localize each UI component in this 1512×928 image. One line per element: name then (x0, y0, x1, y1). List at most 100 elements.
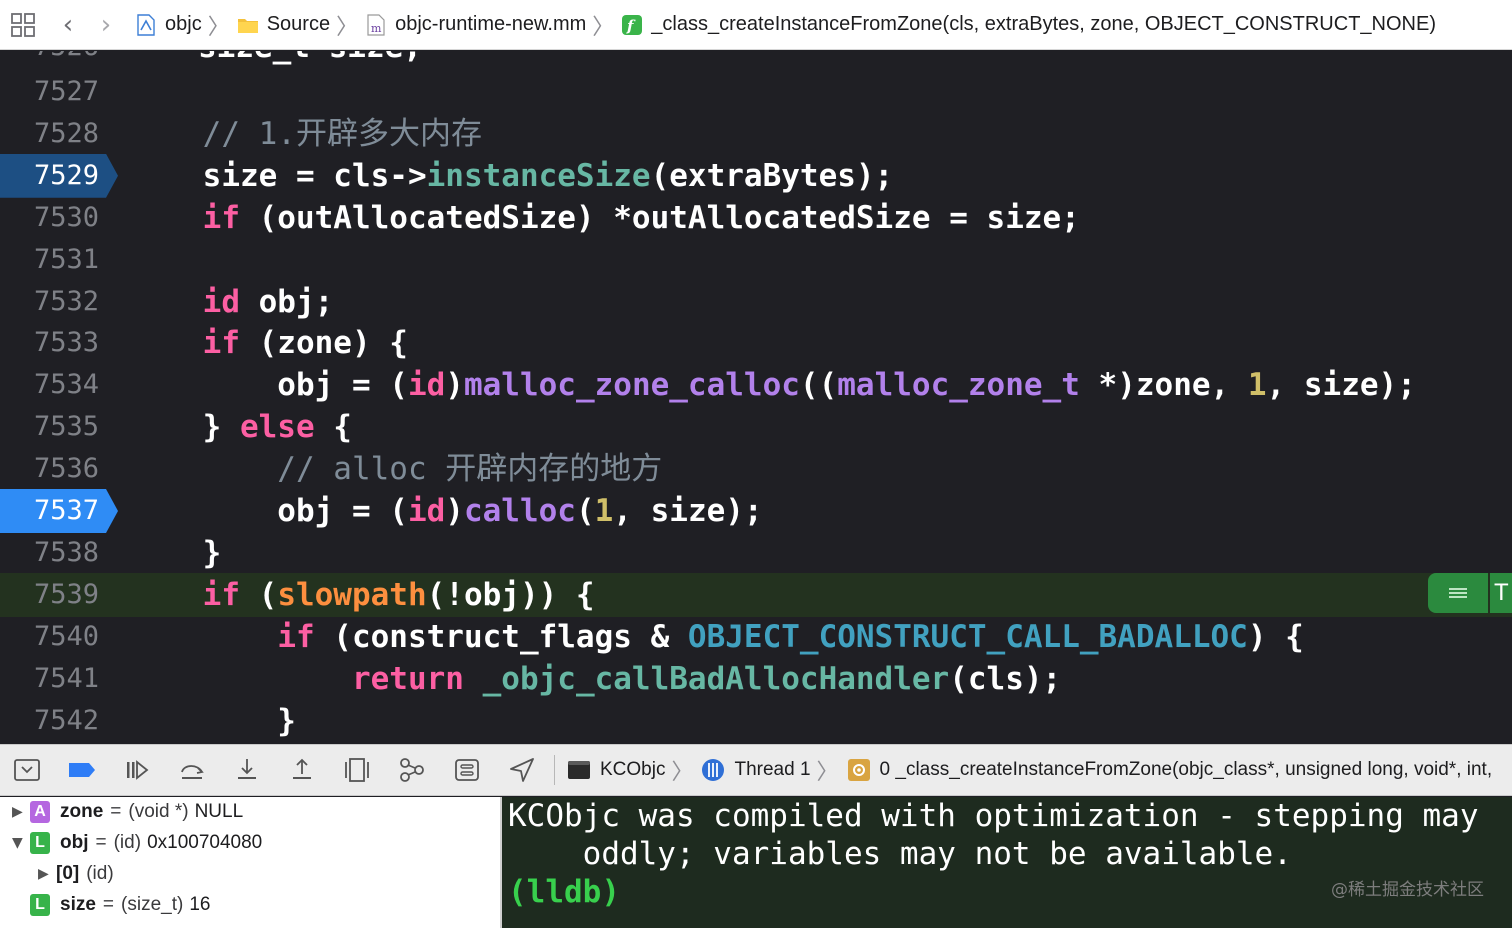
line-number[interactable]: 7531 (0, 238, 118, 282)
breadcrumb-function-label: _class_createInstanceFromZone(cls, extra… (651, 13, 1436, 35)
back-arrow-icon[interactable]: ‹ (57, 12, 79, 38)
forward-arrow-icon[interactable]: › (95, 12, 117, 38)
breadcrumb-separator: 〉 (816, 760, 839, 785)
continue-icon (127, 760, 149, 780)
breakpoint-marker[interactable]: 7529 (0, 153, 118, 198)
code-token: if (202, 325, 240, 362)
code-line: 7530 if (outAllocatedSize) *outAllocated… (0, 196, 1512, 240)
code-token: (extraBytes); (650, 157, 894, 194)
debug-crumb-process-label: KCObjc (600, 759, 666, 780)
line-number[interactable]: 7541 (0, 657, 118, 701)
variable-type: (id) (86, 863, 114, 884)
line-number[interactable]: 7533 (0, 321, 118, 365)
argument-badge: A (30, 801, 50, 823)
code-token: ) { (1247, 618, 1304, 655)
menu-lines-icon (1449, 587, 1467, 598)
code-line: 7533 if (zone) { (0, 321, 1512, 365)
disclosure-triangle-icon[interactable]: ▶ (38, 866, 56, 882)
related-items-grid-icon[interactable] (11, 12, 35, 37)
debug-bar: KCObjc 〉 Thread 1 〉 0 _class_createInsta… (0, 744, 1512, 796)
code-token: else (239, 409, 315, 446)
source-editor[interactable]: 7526 size_t size; 75277528 // 1.开辟多大内存75… (0, 51, 1512, 744)
thread-ribbon-label[interactable]: T (1490, 572, 1512, 613)
continue-button[interactable] (122, 755, 152, 785)
line-number[interactable]: 7534 (0, 363, 118, 407)
line-number[interactable]: 7527 (0, 70, 118, 114)
variable-row[interactable]: ▼ L obj = (id) 0x100704080 (12, 828, 262, 858)
debug-memory-graph-button[interactable] (397, 755, 427, 785)
line-number[interactable]: 7538 (0, 531, 118, 575)
toolbar-divider (554, 755, 555, 785)
variable-value: 16 (189, 894, 211, 915)
simulate-location-button[interactable] (507, 755, 537, 785)
code-line: 7541 return _objc_callBadAllocHandler(cl… (0, 657, 1512, 701)
disclosure-triangle-icon[interactable]: ▶ (12, 804, 30, 820)
disclosure-triangle-icon[interactable]: ▼ (12, 835, 30, 851)
stack-frame-icon (847, 759, 870, 781)
code-token: } (128, 409, 240, 446)
code-line: 7529 size = cls->instanceSize(extraBytes… (0, 153, 1512, 198)
code-text: obj = (id)calloc(1, size); (128, 489, 763, 533)
code-text: } else { (128, 405, 352, 449)
code-text: if (outAllocatedSize) *outAllocatedSize … (128, 196, 1080, 240)
breakpoint-marker[interactable]: 7537 (0, 489, 118, 533)
breadcrumb-file-label: objc-runtime-new.mm (395, 13, 587, 35)
environment-overrides-icon (455, 759, 479, 781)
debug-ribbon-button[interactable] (1428, 572, 1488, 613)
local-badge: L (30, 832, 50, 854)
code-token: obj = ( (128, 493, 408, 529)
code-line: 7532 id obj; (0, 280, 1512, 324)
line-number: 7526 (34, 51, 99, 69)
breadcrumb-project[interactable]: objc (135, 13, 202, 36)
variable-row[interactable]: ▶ [0] (id) (38, 859, 120, 889)
step-over-icon (181, 765, 204, 779)
code-token: if (202, 576, 240, 613)
debug-crumb-process[interactable]: KCObjc (567, 758, 665, 782)
lldb-console[interactable]: KCObjc was compiled with optimization - … (502, 797, 1512, 928)
debug-crumb-frame[interactable]: 0 _class_createInstanceFromZone(objc_cla… (847, 758, 1492, 782)
code-token: 1 (1247, 367, 1267, 404)
line-number[interactable]: 7530 (0, 196, 118, 240)
code-token: ) (445, 367, 464, 404)
code-token: , size); (613, 493, 763, 529)
code-line: 7527 (0, 70, 1512, 114)
breadcrumb-project-label: objc (165, 13, 202, 35)
code-token: slowpath (277, 576, 427, 613)
code-token: return (351, 660, 464, 697)
line-number[interactable]: 7542 (0, 699, 118, 743)
code-token: id (202, 283, 240, 320)
step-over-button[interactable] (177, 755, 207, 785)
line-number[interactable]: 7536 (0, 447, 118, 491)
breadcrumb-folder[interactable]: Source (237, 13, 330, 36)
step-out-button[interactable] (287, 755, 317, 785)
line-number[interactable]: 7532 (0, 280, 118, 324)
step-out-icon (293, 758, 311, 779)
code-text: if (zone) { (128, 321, 408, 365)
code-line: 7537 obj = (id)calloc(1, size); (0, 489, 1512, 533)
breadcrumb-file[interactable]: m objc-runtime-new.mm (365, 13, 586, 36)
line-number[interactable]: 7539 (0, 573, 118, 617)
watermark: @稀土掘金技术社区 (1331, 880, 1484, 900)
code-text: } (128, 531, 222, 575)
hide-debug-area-button[interactable] (12, 755, 42, 785)
line-number[interactable]: 7535 (0, 405, 118, 449)
environment-overrides-button[interactable] (452, 755, 482, 785)
breakpoints-toggle-button[interactable] (67, 755, 97, 785)
line-number[interactable]: 7528 (0, 112, 118, 156)
code-token: _objc_callBadAllocHandler (482, 660, 950, 697)
lldb-prompt: (lldb) (508, 874, 620, 910)
code-token: OBJECT_CONSTRUCT_CALL_BADALLOC (687, 618, 1248, 655)
debug-view-hierarchy-button[interactable] (342, 755, 372, 785)
function-icon: f (622, 14, 643, 35)
variable-row[interactable]: ▶ A zone = (void *) NULL (12, 797, 243, 827)
line-number[interactable]: 7540 (0, 615, 118, 659)
code-token: obj = ( (128, 367, 408, 404)
step-into-button[interactable] (232, 755, 262, 785)
variables-view: ▶ A zone = (void *) NULL ▼ L obj = (id) … (0, 797, 500, 928)
debug-crumb-thread[interactable]: Thread 1 (701, 758, 811, 782)
variable-row[interactable]: L size = (size_t) 16 (12, 890, 210, 920)
code-token: // alloc 开辟内存的地方 (128, 451, 663, 488)
breadcrumb-function[interactable]: f _class_createInstanceFromZone(cls, ext… (621, 13, 1436, 36)
